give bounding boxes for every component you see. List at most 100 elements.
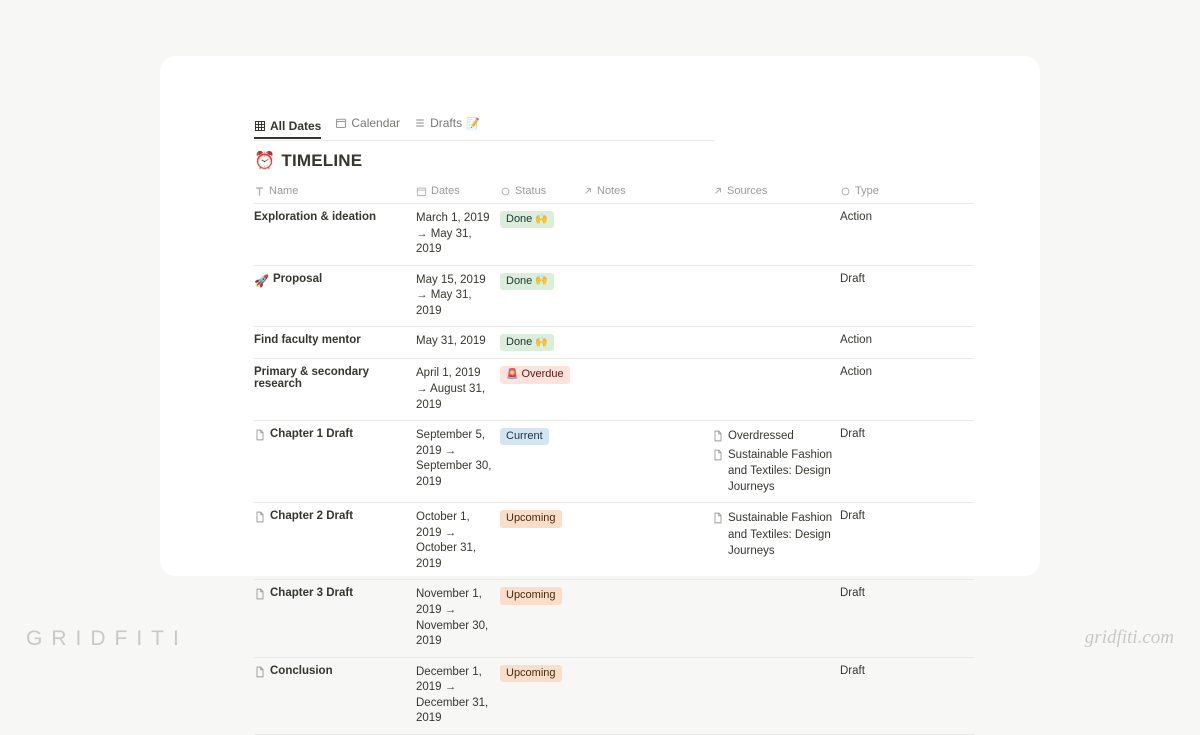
cell-sources[interactable]: Sustainable Fashion and Textiles: Design… [712, 503, 840, 579]
cell-sources[interactable] [712, 658, 840, 734]
table-row[interactable]: Find faculty mentorMay 31, 2019Done🙌 Acti… [254, 327, 974, 359]
cell-dates[interactable]: May 15, 2019 → May 31, 2019 [416, 266, 500, 327]
cell-name[interactable]: Chapter 3 Draft [254, 580, 416, 656]
source-text: Overdressed [728, 428, 794, 444]
cell-name[interactable]: Find faculty mentor [254, 327, 416, 358]
list-icon [414, 117, 426, 129]
tab-drafts[interactable]: Drafts📝 [414, 116, 480, 134]
row-name-text: Exploration & ideation [254, 211, 376, 223]
col-dates[interactable]: Dates [416, 179, 500, 203]
source-text: Sustainable Fashion and Textiles: Design… [728, 447, 834, 495]
cell-status[interactable]: Upcoming [500, 503, 582, 579]
source-link[interactable]: Overdressed [712, 428, 794, 444]
cell-dates[interactable]: March 1, 2019 → May 31, 2019 [416, 204, 500, 265]
page-title-text: TIMELINE [281, 151, 362, 171]
cell-dates[interactable]: December 1, 2019 → December 31, 2019 [416, 658, 500, 734]
col-name-label: Name [269, 185, 298, 197]
col-sources-label: Sources [727, 185, 767, 197]
table-row[interactable]: Chapter 3 DraftNovember 1, 2019 → Novemb… [254, 580, 974, 657]
cell-status[interactable]: Done🙌 [500, 266, 582, 327]
row-emoji-icon: 🚀 [254, 274, 269, 288]
cell-status[interactable]: Done🙌 [500, 204, 582, 265]
cell-status[interactable]: Current [500, 421, 582, 502]
cell-name[interactable]: Conclusion [254, 658, 416, 734]
cell-dates[interactable]: October 1, 2019 → October 31, 2019 [416, 503, 500, 579]
arrow-up-right-icon [582, 186, 593, 197]
table-row[interactable]: Exploration & ideation March 1, 2019 → Ma… [254, 204, 974, 266]
table-row[interactable]: Primary & secondary researchApril 1, 201… [254, 359, 974, 421]
calendar-icon [335, 117, 347, 129]
cell-sources[interactable]: Overdressed Sustainable Fashion and Text… [712, 421, 840, 502]
select-icon [500, 186, 511, 197]
page-icon [712, 449, 724, 461]
cell-type[interactable]: Draft [840, 421, 900, 502]
status-badge: Done🙌 [500, 273, 554, 290]
col-type[interactable]: Type [840, 179, 900, 203]
status-emoji-icon: 🙌 [535, 336, 547, 350]
cell-type[interactable]: Action [840, 204, 900, 265]
status-text: Overdue [521, 367, 563, 382]
cell-status[interactable]: 🚨Overdue [500, 359, 582, 420]
cell-sources[interactable] [712, 359, 840, 420]
cell-sources[interactable] [712, 204, 840, 265]
col-name[interactable]: Name [254, 179, 416, 203]
page-title: ⏰ TIMELINE [254, 151, 946, 171]
tab-calendar[interactable]: Calendar [335, 116, 400, 134]
table-icon [254, 120, 266, 132]
arrow-up-right-icon [712, 186, 723, 197]
cell-name[interactable]: Chapter 1 Draft [254, 421, 416, 502]
table-row[interactable]: 🚀ProposalMay 15, 2019 → May 31, 2019Done… [254, 266, 974, 328]
table-row[interactable]: Chapter 1 DraftSeptember 5, 2019 → Septe… [254, 421, 974, 503]
cell-type[interactable]: Draft [840, 503, 900, 579]
col-sources[interactable]: Sources [712, 179, 840, 203]
cell-notes[interactable] [582, 421, 712, 502]
cell-sources[interactable] [712, 580, 840, 656]
table-row[interactable]: Chapter 2 DraftOctober 1, 2019 → October… [254, 503, 974, 580]
timeline-table: Name Dates Status Notes [254, 179, 974, 735]
cell-status[interactable]: Done🙌 [500, 327, 582, 358]
page-title-emoji: ⏰ [254, 151, 275, 171]
col-status[interactable]: Status [500, 179, 582, 203]
cell-sources[interactable] [712, 266, 840, 327]
cell-type[interactable]: Draft [840, 580, 900, 656]
col-notes-label: Notes [597, 185, 626, 197]
page-icon [254, 588, 266, 600]
col-notes[interactable]: Notes [582, 179, 712, 203]
tab-all-dates[interactable]: All Dates [254, 119, 321, 139]
cell-notes[interactable] [582, 204, 712, 265]
cell-type[interactable]: Draft [840, 266, 900, 327]
cell-notes[interactable] [582, 658, 712, 734]
cell-notes[interactable] [582, 266, 712, 327]
source-link[interactable]: Sustainable Fashion and Textiles: Design… [712, 447, 834, 495]
status-badge: 🚨Overdue [500, 366, 570, 383]
app-card: All Dates Calendar Drafts📝 ⏰ TIMELINE Name… [160, 56, 1040, 576]
row-name-text: Proposal [273, 273, 322, 285]
status-text: Done [506, 274, 532, 289]
table-row[interactable]: ConclusionDecember 1, 2019 → December 31… [254, 658, 974, 735]
cell-status[interactable]: Upcoming [500, 580, 582, 656]
cell-name[interactable]: Exploration & ideation [254, 204, 416, 265]
cell-sources[interactable] [712, 327, 840, 358]
status-emoji-icon: 🙌 [535, 213, 547, 227]
cell-status[interactable]: Upcoming [500, 658, 582, 734]
cell-notes[interactable] [582, 327, 712, 358]
cell-type[interactable]: Action [840, 327, 900, 358]
cell-name[interactable]: 🚀 Proposal [254, 266, 416, 327]
cell-dates[interactable]: April 1, 2019 → August 31, 2019 [416, 359, 500, 420]
cell-notes[interactable] [582, 503, 712, 579]
status-emoji-icon: 🙌 [535, 274, 547, 288]
cell-name[interactable]: Primary & secondary research [254, 359, 416, 420]
status-badge: Current [500, 428, 549, 445]
source-link[interactable]: Sustainable Fashion and Textiles: Design… [712, 510, 834, 558]
col-dates-label: Dates [431, 185, 460, 197]
cell-name[interactable]: Chapter 2 Draft [254, 503, 416, 579]
cell-notes[interactable] [582, 580, 712, 656]
cell-dates[interactable]: September 5, 2019 → September 30, 2019 [416, 421, 500, 502]
cell-type[interactable]: Draft [840, 658, 900, 734]
page-icon [712, 430, 724, 442]
cell-notes[interactable] [582, 359, 712, 420]
cell-dates[interactable]: November 1, 2019 → November 30, 2019 [416, 580, 500, 656]
cell-dates[interactable]: May 31, 2019 [416, 327, 500, 358]
cell-type[interactable]: Action [840, 359, 900, 420]
tab-label: Calendar [351, 116, 400, 130]
